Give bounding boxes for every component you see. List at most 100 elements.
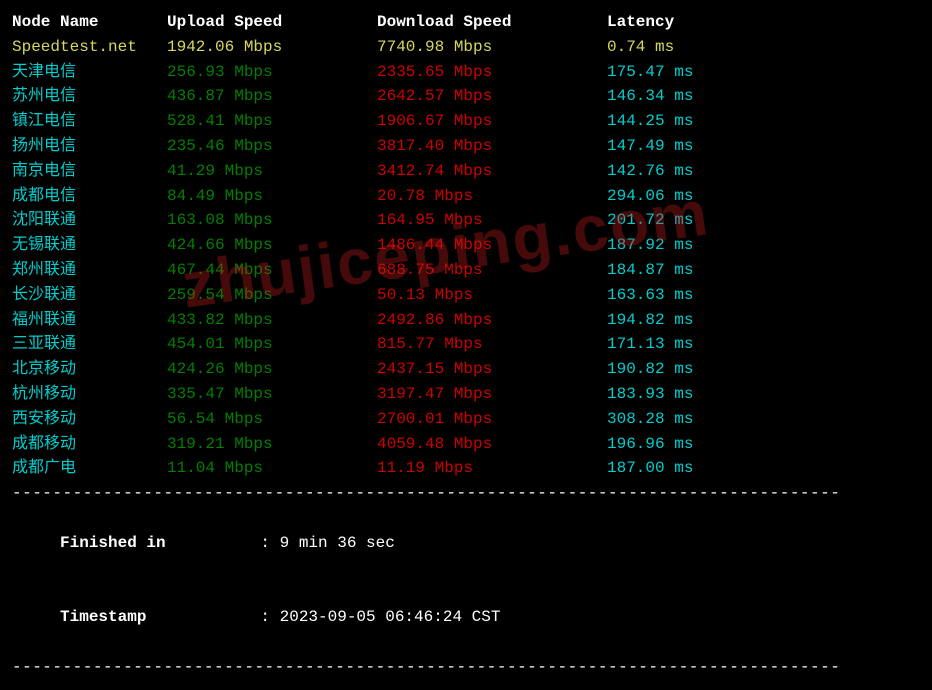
upload-speed: 11.04 Mbps	[167, 456, 377, 481]
upload-speed: 467.44 Mbps	[167, 258, 377, 283]
divider-line: ----------------------------------------…	[12, 481, 920, 506]
download-speed: 164.95 Mbps	[377, 208, 607, 233]
download-speed: 2335.65 Mbps	[377, 60, 607, 85]
latency: 146.34 ms	[607, 84, 747, 109]
upload-speed: 424.66 Mbps	[167, 233, 377, 258]
latency: 147.49 ms	[607, 134, 747, 159]
node-name: 成都移动	[12, 432, 167, 457]
latency: 183.93 ms	[607, 382, 747, 407]
node-name: 北京移动	[12, 357, 167, 382]
table-row: 三亚联通454.01 Mbps815.77 Mbps171.13 ms	[12, 332, 920, 357]
col-header-upload: Upload Speed	[167, 10, 377, 35]
table-row: 镇江电信528.41 Mbps1906.67 Mbps144.25 ms	[12, 109, 920, 134]
table-header-row: Node Name Upload Speed Download Speed La…	[12, 10, 920, 35]
download-speed: 1906.67 Mbps	[377, 109, 607, 134]
node-name: 三亚联通	[12, 332, 167, 357]
upload-speed: 454.01 Mbps	[167, 332, 377, 357]
upload-speed: 41.29 Mbps	[167, 159, 377, 184]
finished-label: Finished in	[50, 531, 260, 556]
node-name: 郑州联通	[12, 258, 167, 283]
latency: 190.82 ms	[607, 357, 747, 382]
upload-speed: 433.82 Mbps	[167, 308, 377, 333]
upload-speed: 319.21 Mbps	[167, 432, 377, 457]
latency: 175.47 ms	[607, 60, 747, 85]
table-row: 杭州移动335.47 Mbps3197.47 Mbps183.93 ms	[12, 382, 920, 407]
latency: 187.92 ms	[607, 233, 747, 258]
download-speed: 50.13 Mbps	[377, 283, 607, 308]
table-row: 西安移动56.54 Mbps2700.01 Mbps308.28 ms	[12, 407, 920, 432]
upload-speed: 256.93 Mbps	[167, 60, 377, 85]
latency: 184.87 ms	[607, 258, 747, 283]
download-speed: 1486.44 Mbps	[377, 233, 607, 258]
download-speed: 2642.57 Mbps	[377, 84, 607, 109]
upload-speed: 259.54 Mbps	[167, 283, 377, 308]
table-row: 苏州电信436.87 Mbps2642.57 Mbps146.34 ms	[12, 84, 920, 109]
table-row: 福州联通433.82 Mbps2492.86 Mbps194.82 ms	[12, 308, 920, 333]
table-row: 南京电信41.29 Mbps3412.74 Mbps142.76 ms	[12, 159, 920, 184]
latency: 201.72 ms	[607, 208, 747, 233]
node-name: 福州联通	[12, 308, 167, 333]
upload-speed: 56.54 Mbps	[167, 407, 377, 432]
latency: 171.13 ms	[607, 332, 747, 357]
node-name: 长沙联通	[12, 283, 167, 308]
download-speed: 3197.47 Mbps	[377, 382, 607, 407]
latency: 187.00 ms	[607, 456, 747, 481]
upload-speed: 528.41 Mbps	[167, 109, 377, 134]
latency: 163.63 ms	[607, 283, 747, 308]
node-name: 苏州电信	[12, 84, 167, 109]
download-speed: 11.19 Mbps	[377, 456, 607, 481]
latency: 308.28 ms	[607, 407, 747, 432]
table-row: 无锡联通424.66 Mbps1486.44 Mbps187.92 ms	[12, 233, 920, 258]
download-speed: 7740.98 Mbps	[377, 35, 607, 60]
node-name: 南京电信	[12, 159, 167, 184]
node-name: 扬州电信	[12, 134, 167, 159]
download-speed: 2700.01 Mbps	[377, 407, 607, 432]
download-speed: 2437.15 Mbps	[377, 357, 607, 382]
upload-speed: 84.49 Mbps	[167, 184, 377, 209]
node-name: Speedtest.net	[12, 35, 167, 60]
download-speed: 2492.86 Mbps	[377, 308, 607, 333]
footer-timestamp: Timestamp: 2023-09-05 06:46:24 CST	[12, 580, 920, 654]
node-name: 西安移动	[12, 407, 167, 432]
col-header-download: Download Speed	[377, 10, 607, 35]
speedtest-row: Speedtest.net 1942.06 Mbps 7740.98 Mbps …	[12, 35, 920, 60]
data-rows: 天津电信256.93 Mbps2335.65 Mbps175.47 ms苏州电信…	[12, 60, 920, 482]
download-speed: 3412.74 Mbps	[377, 159, 607, 184]
latency: 196.96 ms	[607, 432, 747, 457]
upload-speed: 163.08 Mbps	[167, 208, 377, 233]
table-row: 成都移动319.21 Mbps4059.48 Mbps196.96 ms	[12, 432, 920, 457]
upload-speed: 436.87 Mbps	[167, 84, 377, 109]
download-speed: 4059.48 Mbps	[377, 432, 607, 457]
upload-speed: 335.47 Mbps	[167, 382, 377, 407]
finished-value: : 9 min 36 sec	[260, 534, 394, 552]
table-row: 成都电信84.49 Mbps20.78 Mbps294.06 ms	[12, 184, 920, 209]
latency: 144.25 ms	[607, 109, 747, 134]
table-row: 天津电信256.93 Mbps2335.65 Mbps175.47 ms	[12, 60, 920, 85]
node-name: 无锡联通	[12, 233, 167, 258]
table-row: 沈阳联通163.08 Mbps164.95 Mbps201.72 ms	[12, 208, 920, 233]
node-name: 镇江电信	[12, 109, 167, 134]
table-row: 扬州电信235.46 Mbps3817.40 Mbps147.49 ms	[12, 134, 920, 159]
download-speed: 815.77 Mbps	[377, 332, 607, 357]
node-name: 成都电信	[12, 184, 167, 209]
download-speed: 20.78 Mbps	[377, 184, 607, 209]
footer-finished: Finished in: 9 min 36 sec	[12, 506, 920, 580]
timestamp-value: : 2023-09-05 06:46:24 CST	[260, 608, 500, 626]
latency: 294.06 ms	[607, 184, 747, 209]
upload-speed: 1942.06 Mbps	[167, 35, 377, 60]
col-header-latency: Latency	[607, 10, 747, 35]
latency: 142.76 ms	[607, 159, 747, 184]
terminal-output-table: Node Name Upload Speed Download Speed La…	[12, 10, 920, 680]
table-row: 长沙联通259.54 Mbps50.13 Mbps163.63 ms	[12, 283, 920, 308]
divider-line: ----------------------------------------…	[12, 655, 920, 680]
node-name: 天津电信	[12, 60, 167, 85]
node-name: 沈阳联通	[12, 208, 167, 233]
latency: 0.74 ms	[607, 35, 747, 60]
table-row: 北京移动424.26 Mbps2437.15 Mbps190.82 ms	[12, 357, 920, 382]
upload-speed: 424.26 Mbps	[167, 357, 377, 382]
download-speed: 688.75 Mbps	[377, 258, 607, 283]
download-speed: 3817.40 Mbps	[377, 134, 607, 159]
latency: 194.82 ms	[607, 308, 747, 333]
timestamp-label: Timestamp	[50, 605, 260, 630]
upload-speed: 235.46 Mbps	[167, 134, 377, 159]
